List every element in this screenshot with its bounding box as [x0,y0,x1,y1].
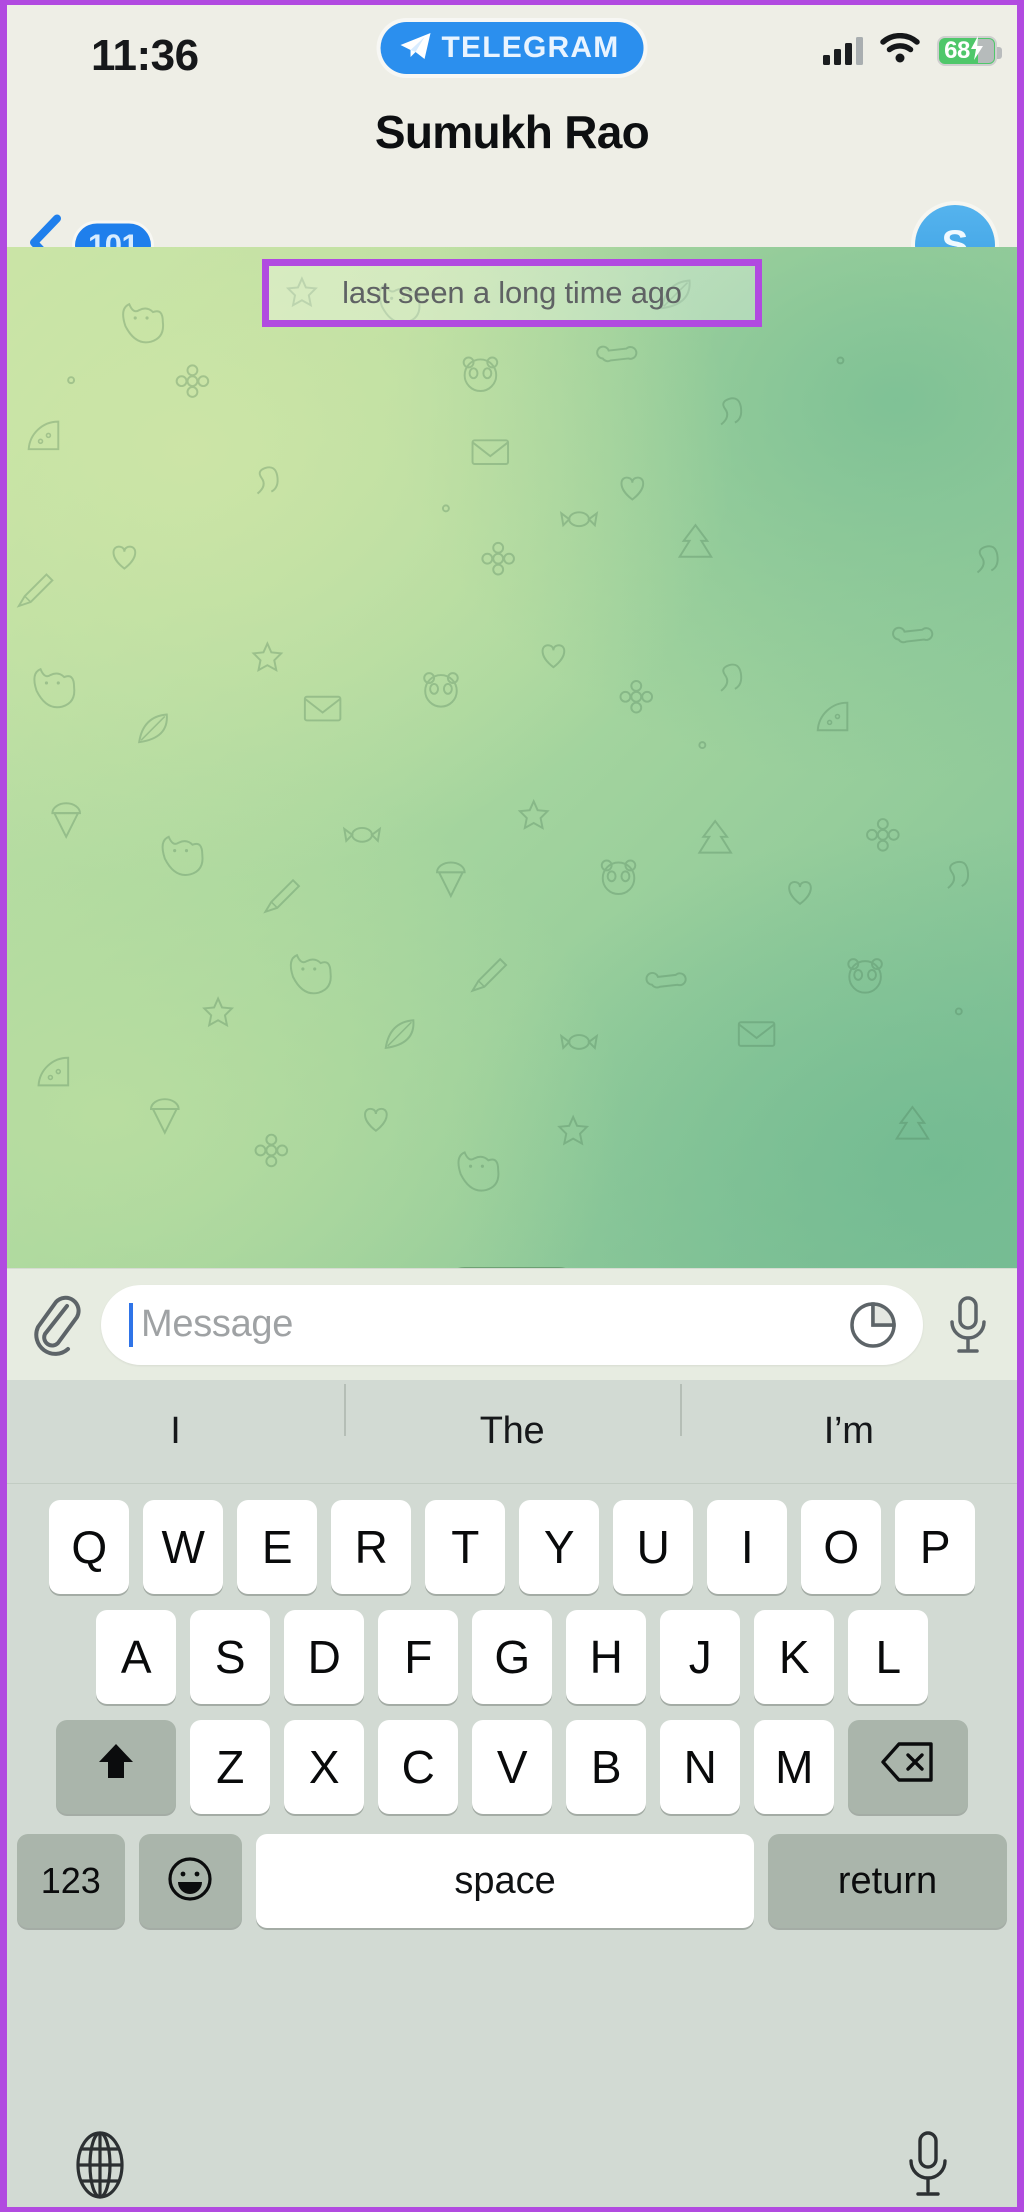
phone-screen: 11:36 TELEGRAM 68 101 Sumukh Rao last se… [0,0,1024,2212]
key-o[interactable]: O [801,1500,881,1594]
status-bar: 11:36 TELEGRAM 68 [7,5,1017,97]
telegram-watermark-badge: TELEGRAM [380,22,644,74]
key-x[interactable]: X [284,1720,364,1814]
message-input-field[interactable]: Message [101,1284,923,1365]
message-input-bar: Message [7,1268,1017,1380]
status-bar-indicators: 68 [823,33,1002,68]
key-u[interactable]: U [613,1500,693,1594]
keyboard-bottom-bar [7,2103,1017,2207]
subtitle-highlight-box: last seen a long time ago [262,259,762,327]
shift-key[interactable] [56,1720,176,1814]
chat-header: 101 Sumukh Rao last seen a long time ago… [7,97,1017,327]
key-v[interactable]: V [472,1720,552,1814]
backspace-key[interactable] [848,1720,968,1814]
shift-up-arrow-icon [93,1739,139,1796]
status-bar-clock: 11:36 [91,31,199,80]
last-seen-status: last seen a long time ago [342,275,682,310]
key-y[interactable]: Y [519,1500,599,1594]
key-m[interactable]: M [754,1720,834,1814]
emoji-key[interactable] [138,1834,243,1928]
charging-bolt-icon [970,36,984,65]
return-key[interactable]: return [768,1834,1007,1928]
key-k[interactable]: K [754,1610,834,1704]
key-b[interactable]: B [566,1720,646,1814]
onscreen-keyboard: I The I’m Q W E R T Y U I O P A S D F G … [7,1380,1017,2103]
backspace-delete-icon [881,1740,935,1794]
key-p[interactable]: P [895,1500,975,1594]
key-h[interactable]: H [566,1610,646,1704]
telegram-plane-icon [399,31,433,66]
numbers-key[interactable]: 123 [17,1834,125,1928]
dictation-microphone-icon[interactable] [901,2129,955,2206]
battery-charging-icon: 68 [937,35,1002,66]
key-g[interactable]: G [472,1610,552,1704]
chat-title-group[interactable]: Sumukh Rao [192,107,832,158]
chat-message-area: Today Hi 11:36 AM [7,247,1017,1268]
keyboard-suggestion-bar: I The I’m [7,1380,1017,1484]
message-placeholder: Message [141,1303,294,1345]
paperclip-icon[interactable] [25,1294,87,1356]
key-d[interactable]: D [284,1610,364,1704]
keyboard-row-2: A S D F G H J K L [7,1610,1017,1704]
cellular-signal-icon [823,36,863,65]
key-z[interactable]: Z [190,1720,270,1814]
globe-language-icon[interactable] [69,2129,131,2206]
key-n[interactable]: N [660,1720,740,1814]
keyboard-row-1: Q W E R T Y U I O P [7,1500,1017,1594]
key-l[interactable]: L [848,1610,928,1704]
key-s[interactable]: S [190,1610,270,1704]
microphone-icon[interactable] [937,1294,999,1356]
suggestion-0[interactable]: I [7,1410,344,1453]
keyboard-row-4: 123 space return [7,1834,1017,1928]
battery-percent-label: 68 [944,36,970,64]
key-r[interactable]: R [331,1500,411,1594]
key-e[interactable]: E [237,1500,317,1594]
key-i[interactable]: I [707,1500,787,1594]
keyboard-row-3: Z X C V B N M [7,1720,1017,1814]
key-q[interactable]: Q [49,1500,129,1594]
wallpaper-doodle-pattern [17,277,999,1192]
space-key[interactable]: space [256,1834,755,1928]
page-title: Sumukh Rao [374,106,650,158]
text-caret [129,1302,133,1347]
suggestion-1[interactable]: The [343,1384,681,1453]
sticker-icon[interactable] [845,1301,901,1349]
key-t[interactable]: T [425,1500,505,1594]
key-f[interactable]: F [378,1610,458,1704]
telegram-watermark-label: TELEGRAM [441,31,620,64]
key-c[interactable]: C [378,1720,458,1814]
wifi-icon [880,33,920,68]
key-j[interactable]: J [660,1610,740,1704]
emoji-smiley-icon [166,1855,214,1908]
key-w[interactable]: W [143,1500,223,1594]
key-a[interactable]: A [96,1610,176,1704]
suggestion-2[interactable]: I’m [680,1384,1017,1453]
